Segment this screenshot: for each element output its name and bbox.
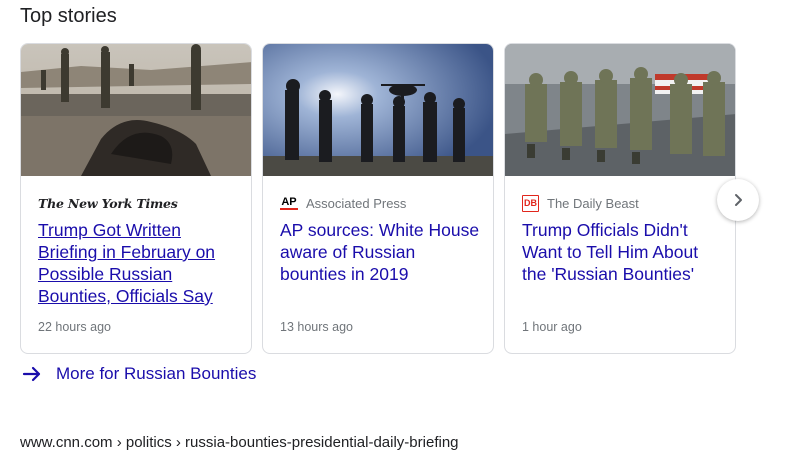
story-card[interactable]: DB The Daily Beast Trump Officials Didn'… xyxy=(504,43,736,354)
story-card[interactable]: AP Associated Press AP sources: White Ho… xyxy=(262,43,494,354)
arrow-right-icon xyxy=(22,366,41,382)
story-thumbnail[interactable] xyxy=(263,44,493,176)
story-timestamp: 13 hours ago xyxy=(280,320,353,334)
story-thumbnail[interactable] xyxy=(505,44,735,176)
source-name: The Daily Beast xyxy=(547,195,639,211)
chevron-right-icon xyxy=(735,194,742,206)
story-headline-link[interactable]: AP sources: White House aware of Russian… xyxy=(280,219,480,285)
story-headline-link[interactable]: Trump Officials Didn't Want to Tell Him … xyxy=(522,219,722,285)
source-name: Associated Press xyxy=(306,195,407,211)
news-source: DB The Daily Beast xyxy=(522,194,639,212)
story-card[interactable]: The New York Times Trump Got Written Bri… xyxy=(20,43,252,354)
daily-beast-logo-icon: DB xyxy=(522,194,539,212)
story-timestamp: 1 hour ago xyxy=(522,320,582,334)
story-timestamp: 22 hours ago xyxy=(38,320,111,334)
news-source: AP Associated Press xyxy=(280,194,406,212)
story-thumbnail[interactable] xyxy=(21,44,251,176)
section-title: Top stories xyxy=(20,5,117,27)
result-breadcrumb[interactable]: www.cnn.com › politics › russia-bounties… xyxy=(20,434,459,450)
news-source: The New York Times xyxy=(38,194,178,212)
more-stories-label: More for Russian Bounties xyxy=(56,364,257,383)
carousel-next-button[interactable] xyxy=(717,179,759,221)
ap-logo-icon: AP xyxy=(280,196,298,210)
more-stories-link[interactable]: More for Russian Bounties xyxy=(22,364,256,384)
story-headline-link[interactable]: Trump Got Written Briefing in February o… xyxy=(38,219,238,307)
nyt-logo: The New York Times xyxy=(38,195,178,211)
top-stories-carousel: The New York Times Trump Got Written Bri… xyxy=(20,43,760,354)
